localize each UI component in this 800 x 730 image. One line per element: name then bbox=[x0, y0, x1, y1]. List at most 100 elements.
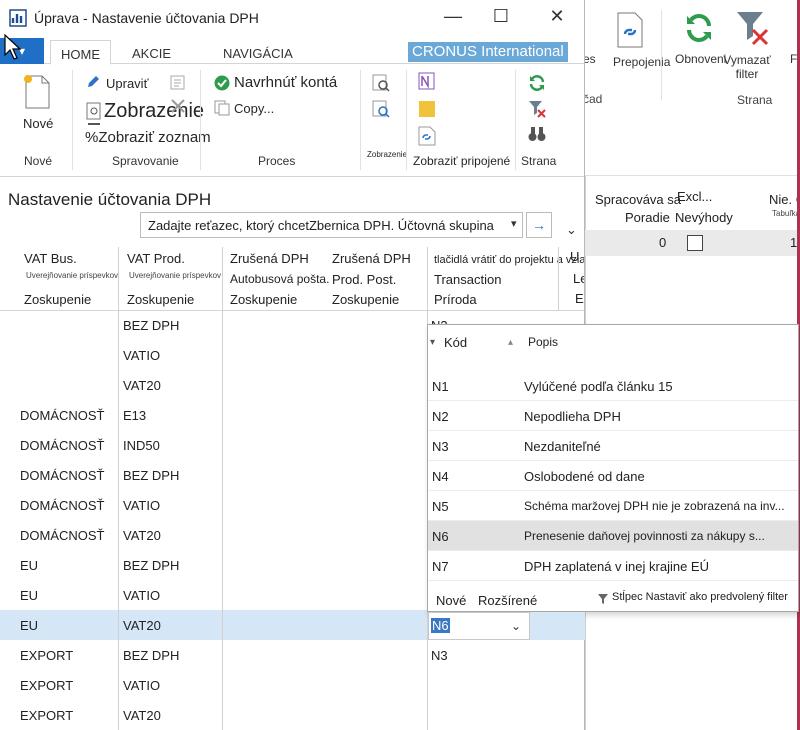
view-button[interactable]: Zobrazenie bbox=[104, 100, 204, 123]
cell-vat-prod[interactable]: VAT20 bbox=[123, 528, 161, 543]
lookup-default-filter[interactable]: Stĺpec Nastaviť ako predvolený filter bbox=[612, 591, 788, 603]
search-detail-icon[interactable] bbox=[372, 100, 390, 123]
col-tx-line3: Príroda bbox=[434, 292, 477, 307]
cell-vat-prod[interactable]: BEZ DPH bbox=[123, 468, 179, 483]
table-row[interactable]: EXPORT BEZ DPH N3 bbox=[0, 640, 584, 670]
col-tx-line2: Transaction bbox=[434, 272, 502, 287]
bg-col-excl2: Nevýhody bbox=[675, 210, 733, 225]
lookup-col-desc[interactable]: Popis bbox=[528, 335, 558, 349]
cell-vat-prod[interactable]: VATIO bbox=[123, 348, 160, 363]
field-chevron-down-icon[interactable]: ⌄ bbox=[511, 619, 521, 633]
company-name[interactable]: CRONUS International bbox=[408, 42, 568, 62]
cell-vat-prod[interactable]: VAT20 bbox=[123, 618, 161, 633]
col-tx-line1[interactable]: tlačidlá vrátiť do projektu a vziať z pr… bbox=[434, 254, 584, 266]
delete-icon[interactable] bbox=[170, 98, 186, 119]
edit-button[interactable]: Upraviť bbox=[106, 76, 148, 91]
lookup-col-code[interactable]: Kód bbox=[444, 335, 467, 350]
cell-vat-prod[interactable]: VAT20 bbox=[123, 708, 161, 723]
cell-vat-bus[interactable]: EXPORT bbox=[20, 678, 73, 693]
lookup-item-desc: Nepodlieha DPH bbox=[524, 409, 621, 424]
notes-icon[interactable] bbox=[418, 100, 436, 123]
cell-vat-bus[interactable]: DOMÁCNOSŤ bbox=[20, 438, 105, 453]
table-row[interactable]: EXPORT VAT20 bbox=[0, 700, 584, 730]
cell-vat-bus[interactable]: DOMÁCNOSŤ bbox=[20, 528, 105, 543]
search-list-icon[interactable] bbox=[372, 74, 390, 97]
collapse-chevron-icon[interactable]: ⌄ bbox=[566, 222, 577, 238]
clear-filter-small-icon[interactable] bbox=[528, 100, 546, 123]
filter-go-button[interactable]: → bbox=[526, 212, 552, 238]
lookup-advanced-button[interactable]: Rozšírené bbox=[478, 593, 537, 608]
cell-vat-prod[interactable]: IND50 bbox=[123, 438, 160, 453]
onenote-icon[interactable] bbox=[418, 72, 436, 95]
column-divider bbox=[118, 247, 119, 730]
filter-dropdown-icon[interactable]: ▾ bbox=[511, 217, 517, 230]
links-icon[interactable] bbox=[615, 12, 645, 53]
col-prod-line3: Zoskupenie bbox=[127, 292, 195, 307]
cell-vat-bus[interactable]: DOMÁCNOSŤ bbox=[20, 408, 105, 423]
col-revbus-line2: Autobusová pošta. bbox=[230, 272, 330, 286]
close-button[interactable]: ✕ bbox=[534, 6, 580, 27]
cell-vat-bus[interactable]: EXPORT bbox=[20, 708, 73, 723]
col-prod-line1[interactable]: VAT Prod. bbox=[127, 251, 185, 266]
refresh-small-icon[interactable] bbox=[528, 74, 546, 97]
transaction-nature-field[interactable]: N6 ⌄ bbox=[428, 612, 530, 640]
cell-vat-prod[interactable]: VATIO bbox=[123, 498, 160, 513]
cell-vat-prod[interactable]: VATIO bbox=[123, 588, 160, 603]
cell-vat-prod[interactable]: BEZ DPH bbox=[123, 558, 179, 573]
cell-transaction-nature[interactable]: N3 bbox=[431, 648, 448, 663]
lookup-item[interactable]: N4 Oslobodené od dane bbox=[428, 461, 798, 491]
col-bus-line1[interactable]: VAT Bus. bbox=[24, 251, 77, 266]
clear-filter-button[interactable]: Vymazať filter bbox=[719, 53, 775, 81]
lookup-item[interactable]: N6 Prenesenie daňovej povinnosti za nákup… bbox=[428, 521, 798, 551]
clear-filter-icon[interactable] bbox=[735, 10, 771, 51]
cell-vat-prod[interactable]: VATIO bbox=[123, 678, 160, 693]
lookup-new-button[interactable]: Nové bbox=[436, 593, 466, 608]
cell-vat-prod[interactable]: VAT20 bbox=[123, 378, 161, 393]
sort-up-icon[interactable]: ▴ bbox=[508, 337, 513, 348]
maximize-button[interactable]: ☐ bbox=[478, 6, 524, 27]
selected-row-tail bbox=[530, 612, 585, 640]
sort-down-icon[interactable]: ▾ bbox=[430, 337, 435, 348]
filter-input[interactable]: Zadajte reťazec, ktorý chcetZbernica DPH… bbox=[140, 212, 523, 238]
col-revprod-line1[interactable]: Zrušená DPH bbox=[332, 251, 411, 266]
bg-separator bbox=[661, 10, 662, 100]
cell-vat-bus[interactable]: DOMÁCNOSŤ bbox=[20, 468, 105, 483]
cell-vat-prod[interactable]: BEZ DPH bbox=[123, 648, 179, 663]
cell-vat-bus[interactable]: EU bbox=[20, 588, 38, 603]
view-list-button[interactable]: %Zobraziť zoznam bbox=[85, 129, 211, 146]
binoculars-icon[interactable] bbox=[528, 126, 546, 147]
lookup-item[interactable]: N1 Vylúčené podľa článku 15 bbox=[428, 371, 798, 401]
new-button[interactable]: Nové bbox=[23, 116, 53, 131]
cell-vat-bus[interactable]: EXPORT bbox=[20, 648, 73, 663]
cell-vat-bus[interactable]: EU bbox=[20, 558, 38, 573]
filter-funnel-icon bbox=[598, 591, 608, 609]
refresh-icon[interactable] bbox=[683, 12, 715, 49]
lookup-item[interactable]: N2 Nepodlieha DPH bbox=[428, 401, 798, 431]
lookup-item[interactable]: N3 Nezdaniteľné bbox=[428, 431, 798, 461]
minimize-button[interactable]: — bbox=[430, 6, 476, 27]
cell-vat-bus[interactable]: DOMÁCNOSŤ bbox=[20, 498, 105, 513]
cell-vat-bus[interactable]: EU bbox=[20, 618, 38, 633]
lookup-item[interactable]: N5 Schéma maržovej DPH nie je zobrazená n… bbox=[428, 491, 798, 521]
col-u-line3: Er bbox=[575, 291, 584, 306]
new-document-icon[interactable] bbox=[20, 72, 52, 115]
bg-col-nie: Nie. C bbox=[769, 192, 800, 207]
cell-vat-prod[interactable]: E13 bbox=[123, 408, 146, 423]
tab-navigation[interactable]: NAVIGÁCIA bbox=[213, 40, 303, 65]
pencil-icon bbox=[86, 75, 100, 94]
lookup-item-code: N7 bbox=[432, 559, 449, 574]
group-process-label: Proces bbox=[258, 154, 296, 168]
tab-home[interactable]: HOME bbox=[50, 40, 111, 65]
lookup-item-code: N2 bbox=[432, 409, 449, 424]
bg-row-checkbox[interactable] bbox=[687, 235, 703, 251]
cell-vat-prod[interactable]: BEZ DPH bbox=[123, 318, 179, 333]
table-row[interactable]: EXPORT VATIO bbox=[0, 670, 584, 700]
view-icon bbox=[86, 102, 102, 125]
tab-actions[interactable]: AKCIE bbox=[122, 40, 181, 65]
lookup-item[interactable]: N7 DPH zaplatená v inej krajine EÚ bbox=[428, 551, 798, 581]
ribbon-separator bbox=[200, 70, 201, 170]
links-small-icon[interactable] bbox=[418, 126, 436, 151]
col-revbus-line1[interactable]: Zrušená DPH bbox=[230, 251, 309, 266]
copy-button[interactable]: Copy... bbox=[234, 101, 274, 116]
suggest-accounts-button[interactable]: Navrhnúť kontá bbox=[234, 74, 337, 91]
